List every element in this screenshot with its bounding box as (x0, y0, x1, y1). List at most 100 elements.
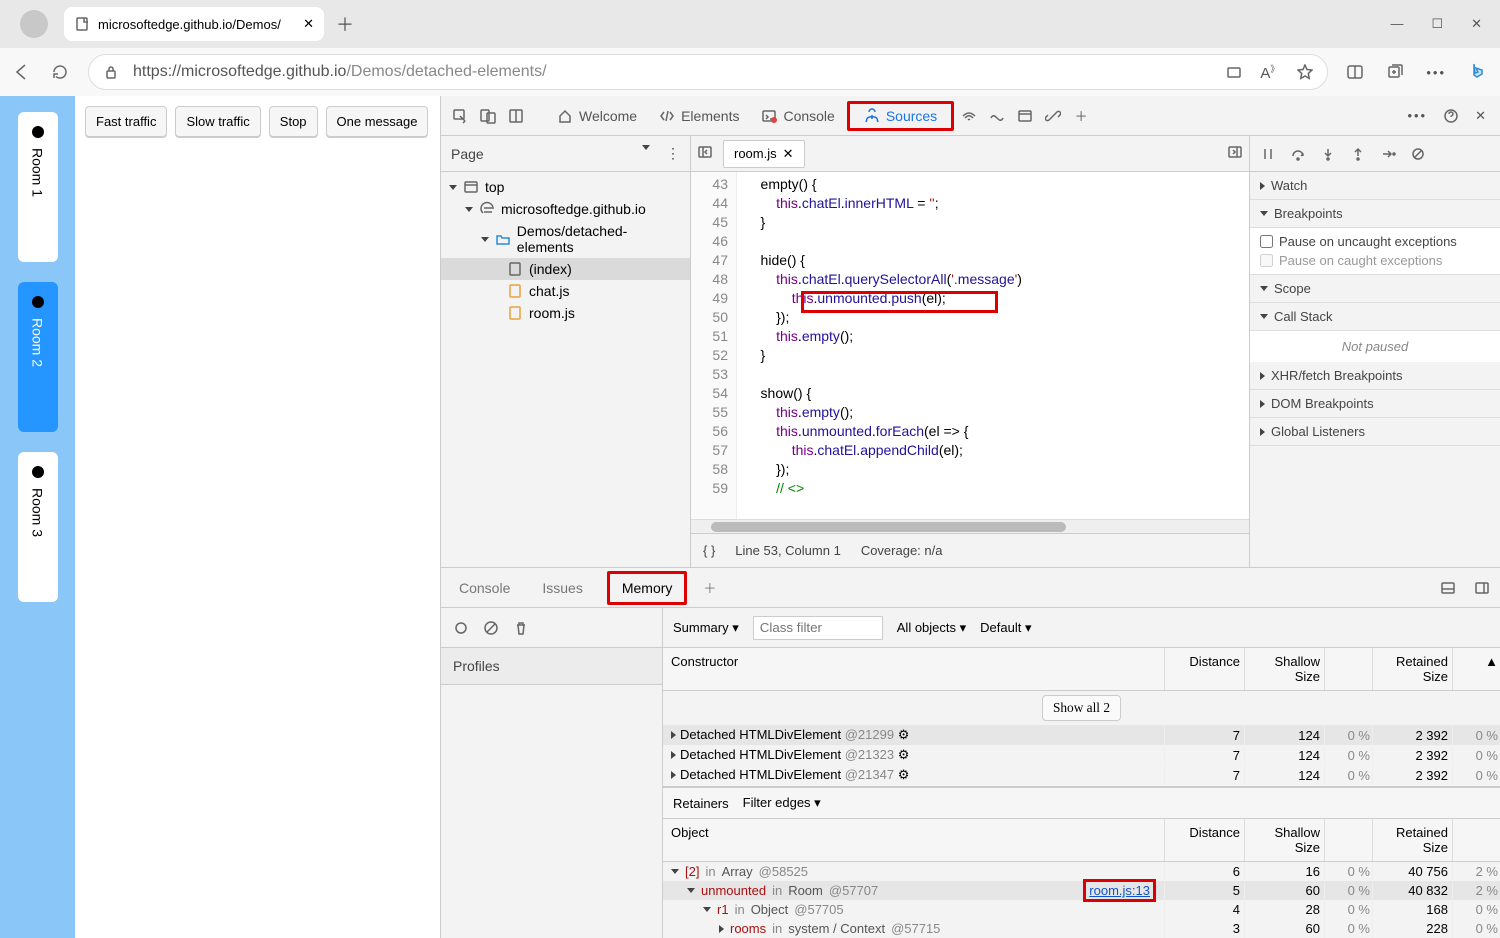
tree-folder[interactable]: Demos/detached-elements (441, 220, 690, 258)
detached-icon[interactable] (1040, 103, 1066, 129)
tree-index[interactable]: (index) (441, 258, 690, 280)
stop-button[interactable]: Stop (269, 106, 318, 137)
back-icon[interactable] (12, 62, 32, 82)
device-icon[interactable] (475, 103, 501, 129)
source-link[interactable]: room.js:13 (1083, 879, 1156, 902)
refresh-icon[interactable] (50, 62, 70, 82)
drawer-memory-tab[interactable]: Memory (607, 571, 688, 605)
split-icon[interactable] (1346, 63, 1364, 81)
pause-caught-checkbox[interactable]: Pause on caught exceptions (1260, 253, 1490, 268)
reading-icon[interactable]: A》 (1260, 62, 1279, 82)
retainer-row[interactable]: rooms in system / Context @57715 3600 %2… (663, 919, 1500, 938)
col-distance[interactable]: Distance (1164, 648, 1244, 690)
welcome-tab[interactable]: Welcome (547, 102, 647, 130)
step-icon[interactable] (1380, 146, 1396, 162)
pause-uncaught-checkbox[interactable]: Pause on uncaught exceptions (1260, 234, 1490, 249)
code-editor[interactable]: 4344454647484950515253545556575859 empty… (691, 172, 1249, 519)
close-devtools-icon[interactable]: ✕ (1475, 108, 1486, 124)
more-tabs-icon[interactable]: ＋ (1068, 103, 1094, 129)
toggle-navigator-icon[interactable] (697, 144, 713, 163)
breakpoints-section[interactable]: Breakpoints (1250, 200, 1500, 228)
address-bar[interactable]: https://microsoftedge.github.io/Demos/de… (88, 54, 1328, 90)
default-dropdown[interactable]: Default ▾ (980, 620, 1031, 636)
pause-icon[interactable] (1260, 146, 1276, 162)
chevron-down-icon[interactable] (642, 145, 650, 150)
tree-chat[interactable]: chat.js (441, 280, 690, 302)
record-icon[interactable] (453, 620, 469, 636)
col-constructor[interactable]: Constructor (663, 648, 1164, 690)
pretty-print-icon[interactable]: { } (703, 543, 715, 558)
delete-icon[interactable] (513, 620, 529, 636)
performance-icon[interactable] (984, 103, 1010, 129)
browser-tab[interactable]: microsoftedge.github.io/Demos/ ✕ (64, 7, 324, 41)
heap-row[interactable]: Detached HTMLDivElement @21299 ⚙71240 %2… (663, 725, 1500, 745)
deactivate-bp-icon[interactable] (1410, 146, 1426, 162)
global-listeners-section[interactable]: Global Listeners (1250, 418, 1500, 446)
bing-icon[interactable] (1468, 62, 1488, 82)
tree-top[interactable]: top (441, 176, 690, 198)
toggle-debugger-icon[interactable] (1227, 144, 1243, 163)
file-tab-roomjs[interactable]: room.js✕ (723, 140, 805, 168)
favorite-icon[interactable] (1297, 64, 1313, 80)
close-window-icon[interactable]: ✕ (1471, 16, 1482, 32)
retainer-row[interactable]: r1 in Object @57705 4280 %1680 % (663, 900, 1500, 919)
col-retained2[interactable]: Retained Size (1372, 819, 1452, 861)
show-all-button[interactable]: Show all 2 (1042, 695, 1121, 721)
class-filter-input[interactable] (753, 616, 883, 640)
help-icon[interactable] (1443, 108, 1459, 124)
profile-icon[interactable] (20, 10, 48, 38)
editor-scrollbar[interactable] (691, 519, 1249, 533)
scope-section[interactable]: Scope (1250, 275, 1500, 303)
more-tools-icon[interactable]: ••• (1407, 108, 1427, 123)
wifi-icon[interactable] (956, 103, 982, 129)
navigator-more-icon[interactable]: ⋮ (666, 145, 680, 162)
dom-bp-section[interactable]: DOM Breakpoints (1250, 390, 1500, 418)
close-file-icon[interactable]: ✕ (783, 146, 794, 162)
cancel-icon[interactable] (483, 620, 499, 636)
application-icon[interactable] (1012, 103, 1038, 129)
more-icon[interactable]: ••• (1426, 65, 1446, 80)
one-message-button[interactable]: One message (326, 106, 429, 137)
tree-room[interactable]: room.js (441, 302, 690, 324)
elements-tab[interactable]: Elements (649, 102, 749, 130)
col-retained[interactable]: Retained Size (1372, 648, 1452, 690)
tree-domain[interactable]: microsoftedge.github.io (441, 198, 690, 220)
col-distance2[interactable]: Distance (1164, 819, 1244, 861)
all-objects-dropdown[interactable]: All objects ▾ (897, 620, 966, 636)
drawer-dock-icon[interactable] (1440, 580, 1456, 596)
heap-row[interactable]: Detached HTMLDivElement @21323 ⚙71240 %2… (663, 745, 1500, 765)
console-tab[interactable]: Console (751, 102, 844, 130)
col-object[interactable]: Object (663, 819, 1164, 861)
callstack-section[interactable]: Call Stack (1250, 303, 1500, 331)
summary-dropdown[interactable]: Summary ▾ (673, 620, 739, 636)
collections-icon[interactable] (1386, 63, 1404, 81)
close-tab-icon[interactable]: ✕ (303, 16, 314, 32)
inspect-icon[interactable] (447, 103, 473, 129)
step-into-icon[interactable] (1320, 146, 1336, 162)
room-1-card[interactable]: Room 1 (18, 112, 58, 262)
sources-tab[interactable]: Sources (847, 101, 954, 131)
drawer-console-tab[interactable]: Console (451, 574, 518, 602)
filter-edges-dropdown[interactable]: Filter edges ▾ (743, 795, 821, 811)
room-2-card[interactable]: Room 2 (18, 282, 58, 432)
xhr-section[interactable]: XHR/fetch Breakpoints (1250, 362, 1500, 390)
retainer-row[interactable]: unmounted in Room @57707 room.js:135600 … (663, 881, 1500, 900)
retainer-row[interactable]: [2] in Array @58525 6160 %40 7562 % (663, 862, 1500, 881)
fast-traffic-button[interactable]: Fast traffic (85, 106, 167, 137)
step-over-icon[interactable] (1290, 146, 1306, 162)
watch-section[interactable]: Watch (1250, 172, 1500, 200)
heap-row[interactable]: Detached HTMLDivElement @21347 ⚙71240 %2… (663, 765, 1500, 785)
drawer-add-tab-icon[interactable]: ＋ (703, 578, 716, 597)
col-shallow2[interactable]: Shallow Size (1244, 819, 1324, 861)
drawer-issues-tab[interactable]: Issues (534, 574, 590, 602)
room-3-card[interactable]: Room 3 (18, 452, 58, 602)
minimize-icon[interactable]: — (1390, 16, 1403, 32)
slow-traffic-button[interactable]: Slow traffic (175, 106, 260, 137)
step-out-icon[interactable] (1350, 146, 1366, 162)
maximize-icon[interactable]: ☐ (1431, 16, 1443, 32)
app-mode-icon[interactable] (1226, 64, 1242, 80)
drawer-expand-icon[interactable] (1474, 580, 1490, 596)
col-shallow[interactable]: Shallow Size (1244, 648, 1324, 690)
new-tab-button[interactable]: ＋ (336, 11, 354, 37)
dock-icon[interactable] (503, 103, 529, 129)
